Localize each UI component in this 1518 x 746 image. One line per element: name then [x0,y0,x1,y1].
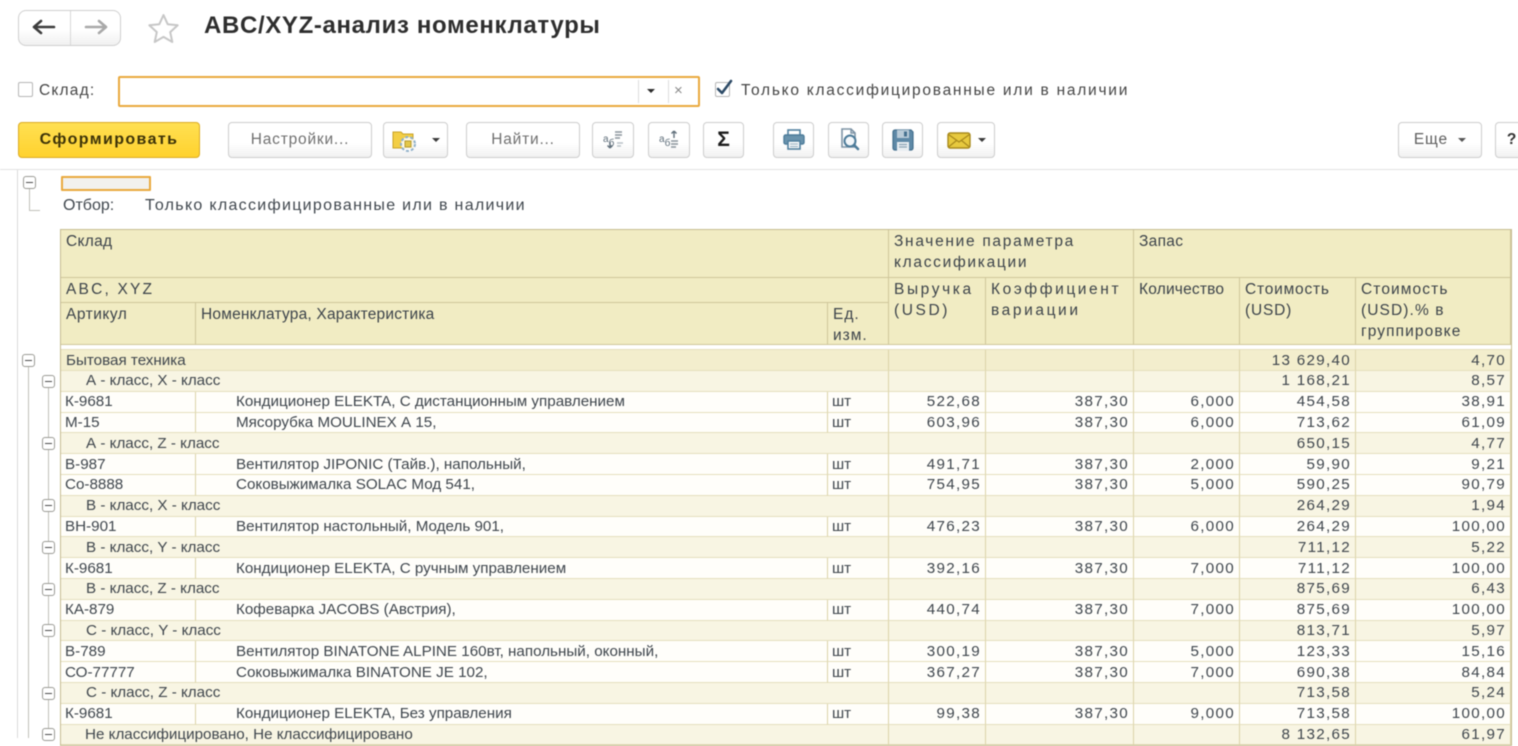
svg-text:аб: аб [659,134,671,149]
